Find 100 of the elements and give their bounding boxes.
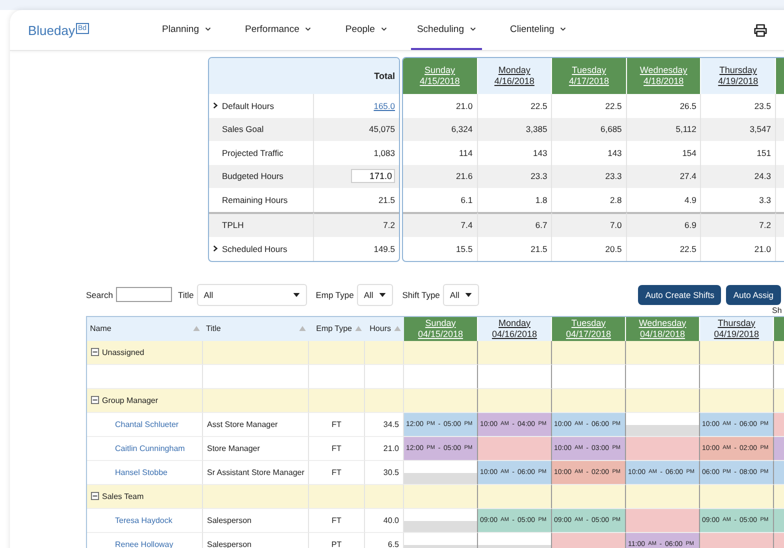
hours-cell: 21.0 xyxy=(383,444,399,452)
row-label: Default Hours xyxy=(222,100,274,111)
row-label: Remaining Hours xyxy=(221,194,288,205)
day-value: 143 xyxy=(608,148,622,158)
chevron-icon xyxy=(560,27,566,31)
day-header[interactable]: Sunday 4/15/2018 xyxy=(403,58,478,94)
emp-type-cell: FT xyxy=(332,468,342,476)
day-header[interactable]: Tuesday 4/17/2018 xyxy=(552,58,627,94)
emp-type-cell: FT xyxy=(332,516,342,524)
day-value: 23.3 xyxy=(605,171,622,182)
title-label: Title xyxy=(178,290,194,300)
action-button[interactable]: Auto Assig xyxy=(726,284,781,304)
day-value: 143 xyxy=(533,148,548,158)
day-value: 151 xyxy=(756,148,771,158)
sort-arrow-icon[interactable] xyxy=(355,326,362,331)
shift-type-label: Shift Type xyxy=(402,290,440,300)
day-value: 154 xyxy=(682,148,696,158)
chevron-icon xyxy=(305,27,312,31)
title-cell: Sr Assistant Store Manager xyxy=(207,468,304,476)
column-header: Total xyxy=(314,58,399,94)
collapse-icon[interactable] xyxy=(91,492,99,500)
logo-text[interactable]: Blueday xyxy=(28,22,75,38)
day-value: 24.3 xyxy=(754,171,771,182)
nav-tab[interactable]: Clienteling xyxy=(504,10,572,50)
emp-type-cell: FT xyxy=(332,420,342,428)
day-header[interactable]: Tuesday 04/17/2018 xyxy=(552,316,626,340)
day-header[interactable]: Monday 04/16/2018 xyxy=(478,316,552,340)
total-value: 45,075 xyxy=(369,124,395,134)
employee-link[interactable]: Teresa Haydock xyxy=(115,516,172,524)
day-value: 27.4 xyxy=(680,171,696,182)
chevron-icon xyxy=(204,27,211,31)
group-name: Unassigned xyxy=(102,348,144,356)
chevron-icon xyxy=(470,27,476,31)
title-cell: Store Manager xyxy=(207,444,260,452)
total-value: 149.5 xyxy=(374,244,395,254)
caption-text: Sh xyxy=(772,306,782,314)
dropdown-arrow-icon xyxy=(379,292,386,296)
total-value: 1,083 xyxy=(374,148,395,158)
sort-arrow-icon[interactable] xyxy=(299,326,306,331)
day-header[interactable]: Sunday 04/15/2018 xyxy=(404,316,478,340)
nav-tab[interactable]: People xyxy=(339,10,393,50)
day-value: 1.8 xyxy=(535,194,548,205)
row-label: Sales Goal xyxy=(221,124,264,134)
employee-link[interactable]: Renee Holloway xyxy=(115,540,174,548)
title-dropdown[interactable]: All xyxy=(196,284,307,306)
total-value: 7.2 xyxy=(383,220,395,230)
day-value: 7.0 xyxy=(610,220,622,230)
unavailable-block[interactable] xyxy=(626,508,699,532)
budget-input[interactable]: 171.0 xyxy=(351,169,395,184)
day-value: 22.5 xyxy=(530,100,548,111)
nav-tab[interactable]: Scheduling xyxy=(410,10,482,50)
day-header[interactable]: Wednesday 4/18/2018 xyxy=(626,58,702,94)
day-value: 23.5 xyxy=(754,100,771,111)
search-field[interactable] xyxy=(116,287,172,302)
row-label: Budgeted Hours xyxy=(221,171,284,182)
day-value: 6,324 xyxy=(451,124,473,134)
day-header[interactable]: Thursday 4/19/2018 xyxy=(701,58,776,94)
collapse-icon[interactable] xyxy=(91,396,99,404)
action-button[interactable]: Auto Create Shifts xyxy=(638,284,722,304)
column-header[interactable]: Name xyxy=(90,324,112,333)
day-value: 21.0 xyxy=(456,100,473,111)
day-value: 3,385 xyxy=(526,124,548,134)
emp-type-cell: PT xyxy=(331,540,342,548)
hours-cell: 34.5 xyxy=(383,420,399,428)
day-value: 3.3 xyxy=(759,194,771,205)
employee-link[interactable]: Chantal Schlueter xyxy=(115,420,179,428)
day-value: 15.5 xyxy=(456,244,473,254)
hours-cell: 30.5 xyxy=(383,468,399,476)
sort-arrow-icon[interactable] xyxy=(193,326,200,331)
total-value: 21.5 xyxy=(378,194,395,205)
unavailable-block[interactable] xyxy=(478,436,551,460)
day-value: 23.3 xyxy=(530,171,548,182)
collapse-icon[interactable] xyxy=(91,348,99,356)
day-value: 6.9 xyxy=(684,220,696,230)
day-header[interactable]: Thursday 04/19/2018 xyxy=(700,316,774,340)
sort-arrow-icon[interactable] xyxy=(394,326,401,331)
nav-tab[interactable]: Performance xyxy=(238,10,318,50)
day-value: 26.5 xyxy=(680,100,696,111)
employee-link[interactable]: Caitlin Cunningham xyxy=(115,444,185,452)
day-value: 6.7 xyxy=(535,220,548,230)
total-link[interactable]: 165.0 xyxy=(374,100,395,111)
day-value: 3,547 xyxy=(750,124,771,134)
day-header[interactable]: Monday 4/16/2018 xyxy=(478,58,552,94)
employee-link[interactable]: Hansel Stobbe xyxy=(115,468,168,476)
emp-type-label: Emp Type xyxy=(316,290,354,300)
emp-type-dropdown[interactable]: All xyxy=(356,284,394,306)
printer-icon[interactable] xyxy=(753,22,768,38)
day-value: 6,685 xyxy=(600,124,622,134)
row-label: Projected Traffic xyxy=(221,148,284,158)
hours-cell: 6.5 xyxy=(388,540,399,548)
hours-cell: 40.0 xyxy=(383,516,399,524)
nav-tab[interactable]: Planning xyxy=(156,10,217,50)
day-value: 21.5 xyxy=(530,244,548,254)
group-name: Sales Team xyxy=(102,492,144,500)
column-header[interactable]: Title xyxy=(206,324,221,333)
unavailable-block[interactable] xyxy=(626,436,699,460)
day-header[interactable]: Wednesday 04/18/2018 xyxy=(626,316,700,340)
chevron-icon xyxy=(380,27,387,31)
title-cell: Asst Store Manager xyxy=(207,420,278,428)
shift-type-dropdown[interactable]: All xyxy=(442,284,480,306)
